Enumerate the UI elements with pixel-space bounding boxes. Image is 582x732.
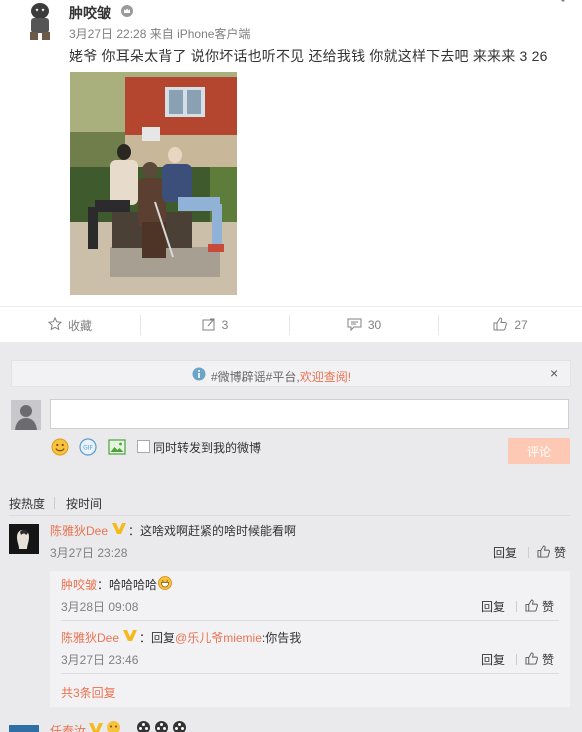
svg-text:GIF: GIF [83,445,93,452]
like-label: 赞 [542,653,555,667]
comment-text: ：这啥戏啊赶紧的啥时候能看啊 [128,524,297,538]
view-all-replies-link[interactable]: 共3条回复 [61,684,116,701]
repost-count: 3 [221,318,229,332]
comment-input[interactable] [50,399,569,429]
vip-icon [111,522,127,535]
reply-author[interactable]: 陈雅狄Dee [61,629,119,646]
mention-link[interactable]: @乐儿爷miemie [175,631,262,645]
comment-count: 30 [367,318,382,332]
reply-text: ：回复@乐儿爷miemie:你告我 [139,629,301,646]
reply-text: ：哈哈哈哈 [97,576,172,593]
comments-panel: #微博辟谣#平台,欢迎查阅! × GIF 同时转发到我的微博 评论 按热度 按时… [0,342,582,732]
post-actions: 收藏 3 30 27 [0,306,582,350]
image-icon[interactable] [108,438,126,456]
like-icon [525,651,542,668]
vip-icon [120,4,134,18]
film-emoji-icon [154,720,169,732]
sort-divider [54,497,55,509]
reply-divider [61,673,559,674]
badge-icon [106,720,121,732]
gif-icon[interactable]: GIF [79,438,97,456]
repost-button[interactable]: 3 [141,307,289,343]
film-emoji-icon [136,720,151,732]
sort-by-time[interactable]: 按时间 [66,495,102,512]
rumor-notice: #微博辟谣#平台,欢迎查阅! × [11,360,571,387]
reply-divider [61,620,559,621]
notice-tag[interactable]: #微博辟谣#平台, [211,370,300,384]
poster-name[interactable]: 肿咬皱 [69,3,111,23]
poster-avatar[interactable] [24,2,56,42]
repost-icon [202,317,222,334]
comment-reply-button[interactable]: 回复 [493,544,517,561]
post-source[interactable]: 来自 iPhone客户端 [150,27,251,41]
reply-time: 3月27日 23:46 [61,653,139,667]
chevron-down-icon[interactable] [556,0,570,6]
comment-like-button[interactable]: 赞 [537,544,566,561]
post-meta: 3月27日 22:28 来自 iPhone客户端 [69,25,250,42]
favorite-button[interactable]: 收藏 [0,307,140,343]
forward-label: 同时转发到我的微博 [153,441,262,455]
vip-icon [122,629,138,642]
info-icon [192,367,206,384]
film-emoji-icon [172,720,187,732]
post-photo[interactable] [70,72,237,295]
notice-link[interactable]: 欢迎查阅! [300,370,351,384]
post-time[interactable]: 3月27日 22:28 [69,27,146,41]
reply-like-button[interactable]: 赞 [525,651,554,668]
action-divider [516,654,517,665]
vip-icon [88,722,104,732]
my-avatar [11,400,41,430]
forward-checkbox[interactable] [137,440,150,453]
like-label: 赞 [542,600,555,614]
commenter-name[interactable]: 任泰汝 [50,722,86,732]
comment-icon [347,317,368,334]
close-icon[interactable]: × [550,365,558,381]
favorite-label: 收藏 [67,318,92,333]
comment-submit-button[interactable]: 评论 [508,438,570,464]
like-icon [537,544,554,561]
reply-reply-button[interactable]: 回复 [481,651,505,668]
reply-author[interactable]: 肿咬皱 [61,576,97,593]
like-button[interactable]: 27 [439,307,582,343]
reply-like-button[interactable]: 赞 [525,598,554,615]
star-icon [47,316,68,334]
weibo-post: 肿咬皱 3月27日 22:28 来自 iPhone客户端 姥爷 你耳朵太背了 说… [0,0,582,350]
grin-emoji-icon [158,576,172,593]
action-divider [516,601,517,612]
like-label: 赞 [554,546,567,560]
reply-time: 3月28日 09:08 [61,600,139,614]
reply-text-content: ：哈哈哈哈 [97,578,158,592]
reply-text-prefix: ：回复 [139,631,176,645]
notice-text: #微博辟谣#平台,欢迎查阅! [211,368,351,385]
reply-text-suffix: :你告我 [261,631,302,645]
like-icon [493,316,514,334]
comment-time: 3月27日 23:28 [50,546,128,560]
like-count: 27 [514,318,528,332]
commenter-avatar[interactable] [9,725,39,732]
post-text: 姥爷 你耳朵太背了 说你坏话也听不见 还给我钱 你就这样下去吧 来来来 3 26 [69,48,548,64]
commenter-avatar[interactable] [9,524,39,554]
comment-button[interactable]: 30 [290,307,438,343]
emoji-icon[interactable] [51,438,69,456]
reply-thread: 肿咬皱 ：哈哈哈哈 3月28日 09:08 回复 赞 陈雅狄Dee ：回复@乐儿… [50,571,570,707]
sort-underline [9,515,571,516]
commenter-name[interactable]: 陈雅狄Dee [50,522,108,539]
reply-reply-button[interactable]: 回复 [481,598,505,615]
sort-by-hot[interactable]: 按热度 [9,495,45,512]
like-icon [525,598,542,615]
action-divider [528,547,529,558]
